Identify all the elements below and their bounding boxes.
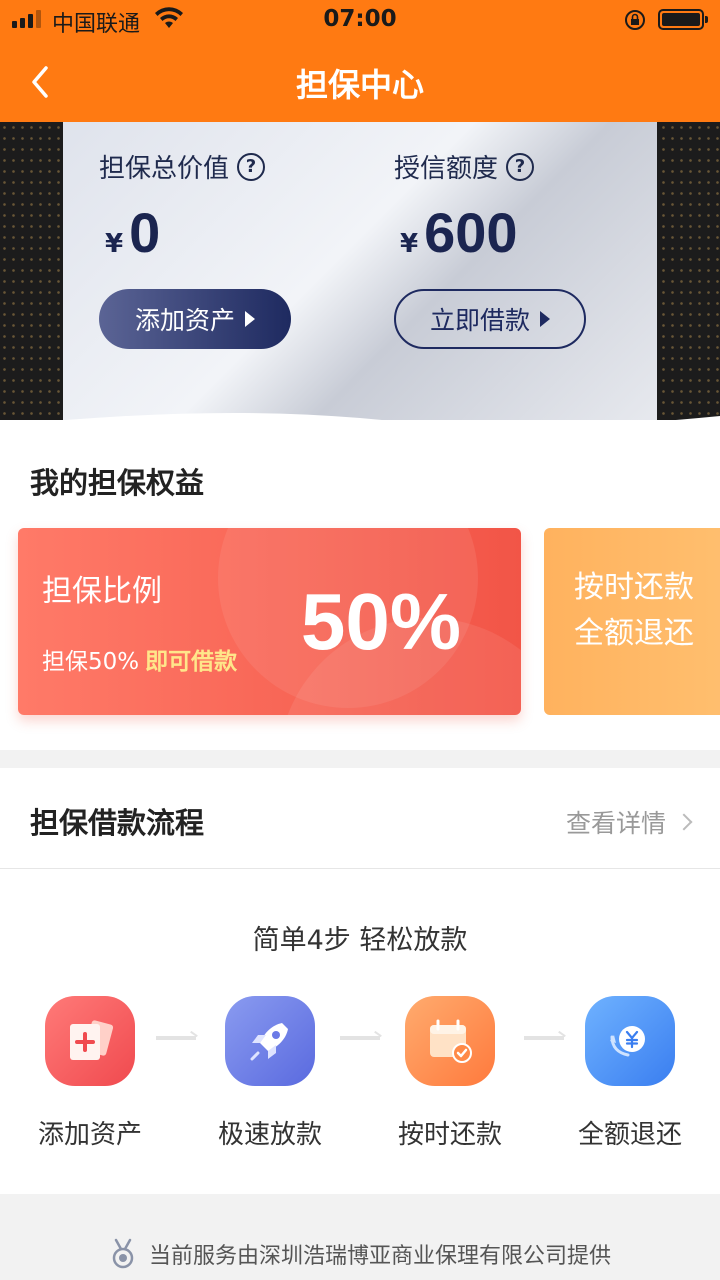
- total-value-amount: ¥0: [105, 201, 161, 264]
- battery-icon: [658, 9, 708, 30]
- process-header: 担保借款流程 查看详情: [0, 768, 720, 869]
- page-title: 担保中心: [295, 66, 424, 104]
- ratio-card-desc: 担保50% 即可借款: [42, 649, 238, 675]
- benefits-title: 我的担保权益: [30, 466, 205, 500]
- view-details-link[interactable]: 查看详情: [566, 804, 693, 840]
- summary-card: 担保总价值 ? ¥0 授信额度 ? ¥600 添加资产 立即借款: [63, 122, 657, 442]
- wave-divider: [0, 412, 720, 438]
- service-provider-footer: 当前服务由深圳浩瑞博亚商业保理有限公司提供: [0, 1236, 720, 1272]
- top-bar: 中国联通 07:00 担保中心: [0, 0, 720, 122]
- add-card-icon: [45, 996, 135, 1086]
- guarantee-ratio-card[interactable]: 担保比例 担保50% 即可借款 50%: [18, 528, 521, 715]
- refund-card[interactable]: 按时还款 全额退还: [544, 528, 720, 715]
- total-value-label: 担保总价值 ?: [99, 148, 266, 185]
- process-title: 担保借款流程: [30, 806, 205, 840]
- step-repay-on-time: 按时还款: [360, 996, 540, 1151]
- credit-limit-amount: ¥600: [400, 201, 518, 264]
- rocket-icon: [225, 996, 315, 1086]
- loan-process-section: 担保借款流程 查看详情 简单4步 轻松放款 添加资产 极速放款 按时还款 全额退…: [0, 768, 720, 1194]
- guarantee-summary-banner: 担保总价值 ? ¥0 授信额度 ? ¥600 添加资产 立即借款: [0, 122, 720, 442]
- yuan-refund-icon: [585, 996, 675, 1086]
- borrow-now-button[interactable]: 立即借款: [394, 289, 586, 349]
- chevron-right-icon: [675, 813, 693, 831]
- help-icon[interactable]: ?: [506, 152, 535, 181]
- ratio-value: 50%: [300, 577, 461, 666]
- medal-icon: [112, 1238, 134, 1269]
- navigation-bar: 担保中心: [0, 40, 720, 122]
- step-add-asset: 添加资产: [0, 996, 180, 1151]
- rotation-lock-icon: [625, 10, 645, 30]
- credit-limit-label: 授信额度 ?: [394, 148, 535, 185]
- ratio-card-title: 担保比例: [42, 574, 162, 609]
- clock: 07:00: [323, 6, 397, 32]
- add-asset-button[interactable]: 添加资产: [99, 289, 291, 349]
- triangle-right-icon: [540, 311, 550, 327]
- calendar-check-icon: [405, 996, 495, 1086]
- gold-sparkle-decoration: [0, 122, 70, 442]
- step-full-refund: 全额退还: [540, 996, 720, 1151]
- triangle-right-icon: [245, 311, 255, 327]
- status-bar: 中国联通 07:00: [0, 0, 720, 40]
- help-icon[interactable]: ?: [237, 152, 266, 181]
- process-subtitle: 简单4步 轻松放款: [252, 925, 468, 956]
- step-fast-loan: 极速放款: [180, 996, 360, 1151]
- gold-sparkle-decoration: [650, 122, 720, 442]
